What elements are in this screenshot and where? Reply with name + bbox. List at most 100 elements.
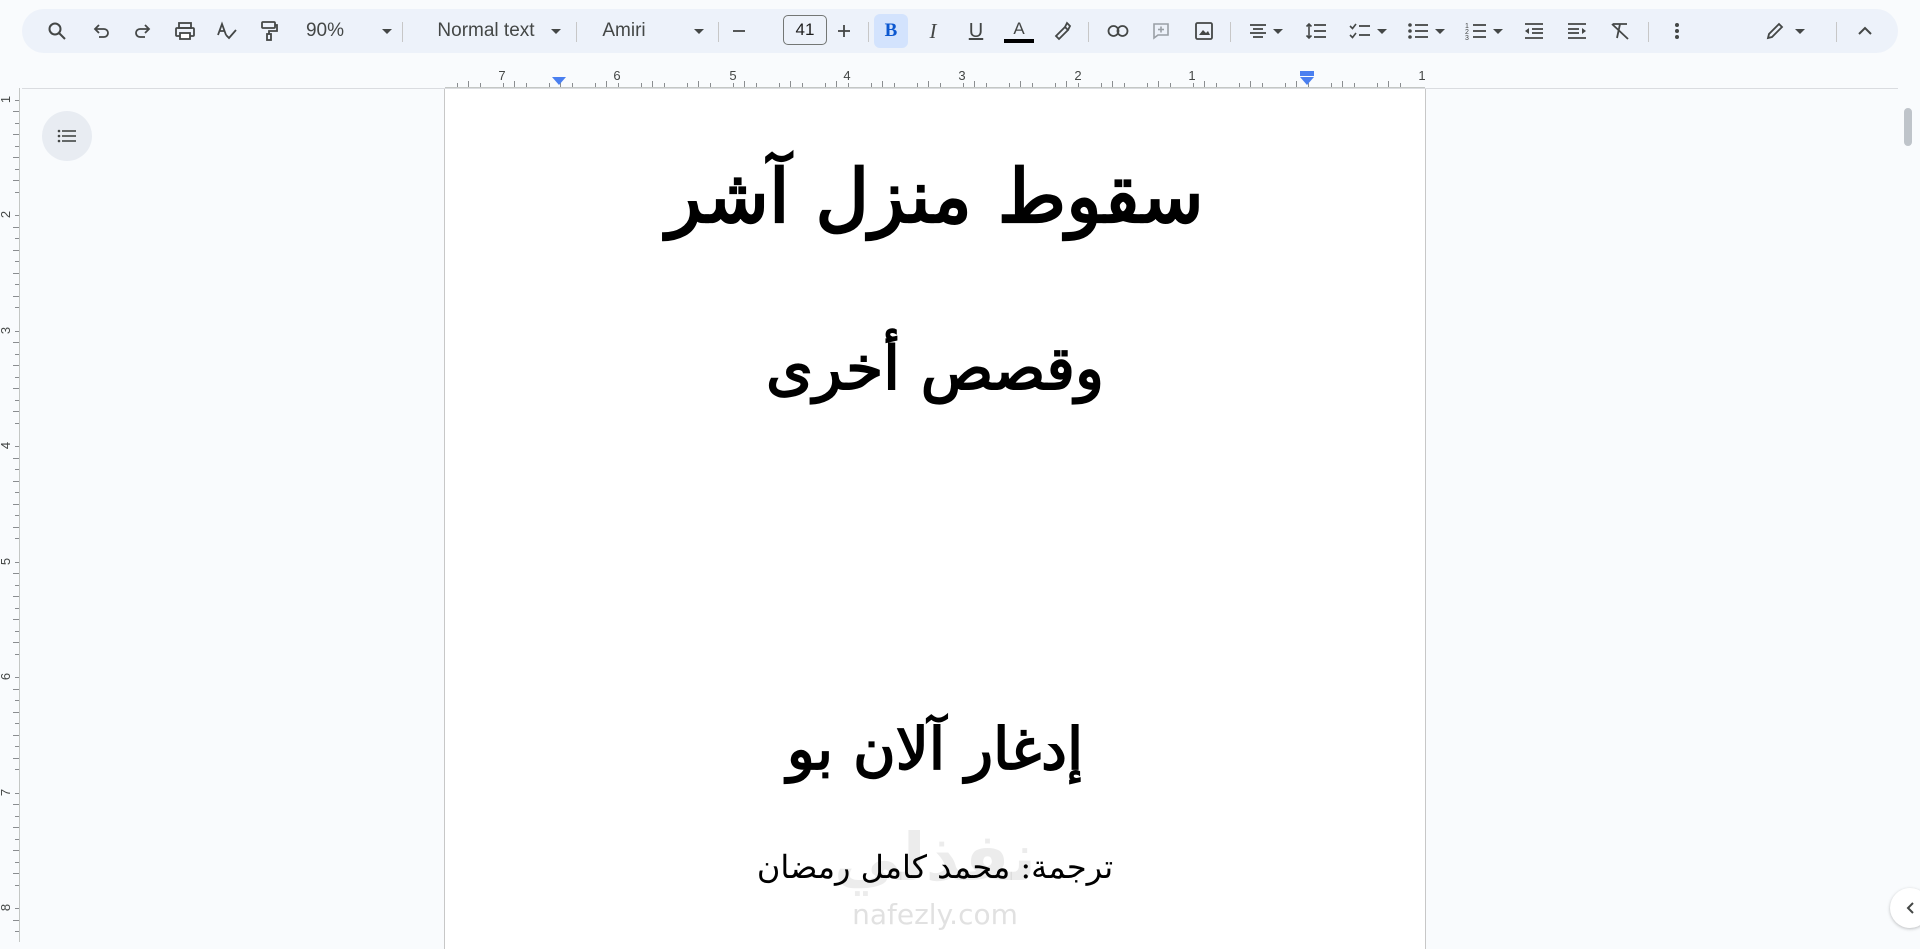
ruler-number: 3 [958, 68, 966, 83]
clear-formatting-icon [1611, 23, 1629, 40]
decrease-font-size-button[interactable] [722, 14, 756, 48]
ruler-number: 5 [729, 68, 737, 83]
ruler-number: 7 [498, 68, 506, 83]
underline-icon: U [968, 19, 984, 42]
ruler-number: 4 [0, 442, 13, 449]
undo-button[interactable] [84, 14, 118, 48]
add-comment-icon [1153, 23, 1169, 40]
font-value: Amiri [602, 20, 646, 41]
ruler-number: 6 [613, 68, 621, 83]
spellcheck-icon [217, 21, 237, 40]
chevron-down-icon [382, 28, 393, 34]
chevron-down-icon [1272, 28, 1283, 34]
separator [1836, 22, 1837, 42]
ruler-number: 3 [0, 327, 13, 334]
paint-format-button[interactable] [252, 14, 286, 48]
numbered-list-icon: 123 [1465, 23, 1486, 41]
print-icon [175, 22, 195, 40]
separator [1230, 22, 1231, 42]
outline-list-icon [57, 129, 76, 143]
text-color-swatch [1004, 38, 1034, 43]
separator [718, 22, 719, 42]
editing-mode-menu[interactable] [1757, 9, 1813, 53]
document-title[interactable]: سقوط منزل آشر [445, 154, 1425, 240]
search-menus-button[interactable] [40, 14, 74, 48]
redo-icon [135, 24, 151, 38]
checklist-icon [1349, 23, 1370, 39]
ruler-number: 1 [1418, 68, 1426, 83]
bold-button[interactable]: B [874, 14, 908, 48]
increase-font-size-button[interactable] [827, 14, 861, 48]
print-button[interactable] [168, 14, 202, 48]
more-icon [1675, 23, 1679, 39]
bulleted-list-menu[interactable] [1402, 9, 1450, 53]
font-size-input[interactable]: 41 [783, 15, 827, 45]
left-indent-marker-icon[interactable] [551, 76, 567, 86]
add-comment-button[interactable] [1144, 14, 1178, 48]
ruler-baseline [445, 87, 1425, 88]
toolbar: 90% Normal text Amiri 41 B I U A 1 2 3 [22, 9, 1898, 53]
checklist-menu[interactable] [1344, 9, 1392, 53]
line-spacing-icon [1305, 22, 1326, 40]
vertical-scrollbar-thumb[interactable] [1904, 108, 1912, 146]
document-page[interactable]: سقوط منزل آشر وقصص أخرى إدغار آلان بو نف… [444, 89, 1426, 949]
paragraph-style-select[interactable]: Normal text [414, 9, 584, 53]
ruler-number: 6 [0, 673, 13, 680]
italic-button[interactable]: I [916, 14, 950, 48]
redo-button[interactable] [126, 14, 160, 48]
text-color-icon: A [1013, 18, 1025, 38]
document-author[interactable]: إدغار آلان بو [445, 715, 1425, 783]
vertical-ruler[interactable]: 1 2 3 4 5 6 7 8 [0, 88, 20, 942]
separator [1648, 22, 1649, 42]
line-spacing-button[interactable] [1299, 14, 1333, 48]
horizontal-ruler[interactable]: 7 6 5 4 3 2 1 1 [445, 68, 1426, 88]
underline-button[interactable]: U [959, 14, 993, 48]
font-select[interactable]: Amiri [588, 9, 718, 53]
link-icon [1107, 25, 1129, 37]
collapse-menu-icon [1858, 26, 1872, 35]
bulleted-list-icon [1408, 23, 1428, 39]
ruler-number: 1 [0, 96, 13, 103]
document-translator[interactable]: ترجمة: محمد كامل رمضان [445, 848, 1425, 886]
decrease-font-icon [733, 30, 745, 32]
separator [402, 22, 403, 42]
numbered-list-menu[interactable]: 123 [1460, 9, 1508, 53]
undo-icon [93, 24, 109, 38]
chevron-down-icon [1377, 28, 1387, 34]
spellcheck-button[interactable] [210, 14, 244, 48]
ruler-number: 4 [843, 68, 851, 83]
side-panel-toggle-button[interactable] [1890, 888, 1920, 928]
separator [576, 22, 577, 42]
document-subtitle[interactable]: وقصص أخرى [445, 334, 1425, 404]
ruler-number: 5 [0, 558, 13, 565]
hide-menus-button[interactable] [1848, 14, 1882, 48]
right-indent-marker-icon[interactable] [1299, 70, 1315, 86]
insert-image-button[interactable] [1187, 14, 1221, 48]
separator [868, 22, 869, 42]
chevron-left-icon [1906, 902, 1914, 914]
increase-indent-button[interactable] [1560, 14, 1594, 48]
clear-formatting-button[interactable] [1603, 14, 1637, 48]
watermark-url: nafezly.com [852, 898, 1018, 931]
search-icon [48, 22, 66, 40]
increase-font-icon [838, 25, 850, 37]
paint-format-icon [261, 21, 278, 41]
paragraph-style-value: Normal text [437, 20, 535, 41]
insert-link-button[interactable] [1101, 14, 1135, 48]
highlight-color-button[interactable] [1045, 14, 1079, 48]
chevron-down-icon [1435, 28, 1445, 34]
chevron-down-icon [550, 28, 561, 34]
align-menu[interactable] [1242, 9, 1288, 53]
separator [1088, 22, 1089, 42]
insert-image-icon [1195, 22, 1213, 40]
decrease-indent-button[interactable] [1517, 14, 1551, 48]
zoom-select[interactable]: 90% [303, 9, 395, 53]
highlight-icon [1054, 21, 1072, 41]
decrease-indent-icon [1525, 23, 1543, 39]
increase-indent-icon [1568, 23, 1586, 39]
ruler-number: 1 [1188, 68, 1196, 83]
text-color-button[interactable]: A [1002, 14, 1036, 48]
document-outline-button[interactable] [42, 111, 92, 161]
ruler-number: 7 [0, 789, 13, 796]
more-options-button[interactable] [1660, 14, 1694, 48]
